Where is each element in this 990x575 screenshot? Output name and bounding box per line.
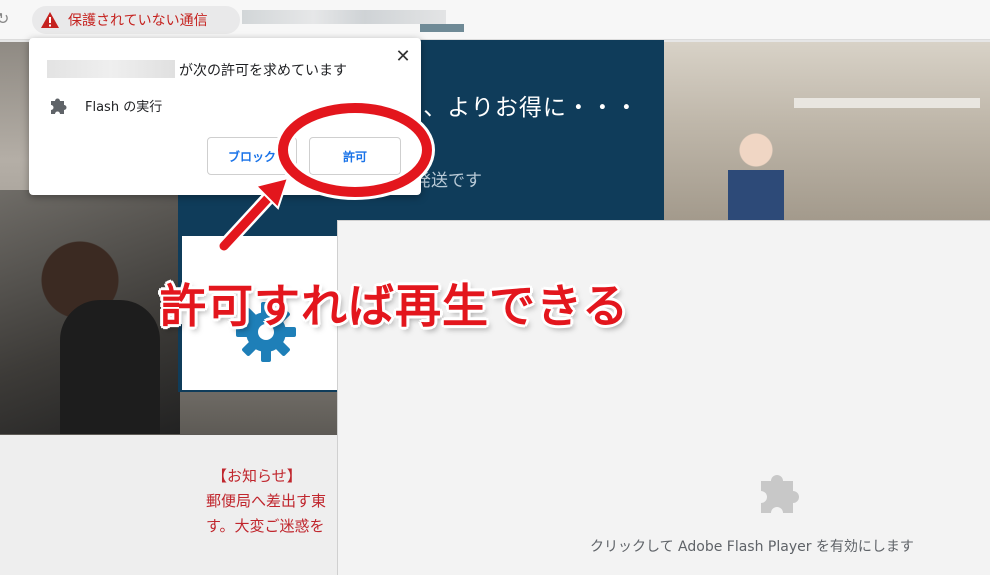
- annotation-callout: 許可すれば再生できる: [160, 279, 630, 333]
- screenshot: に、よりお得に・・・ それが私たち東京発送です 【お知らせ】 郵便局へ差出す東 …: [0, 0, 990, 575]
- arrow-icon: [217, 176, 290, 253]
- highlight-ellipse: [278, 103, 432, 197]
